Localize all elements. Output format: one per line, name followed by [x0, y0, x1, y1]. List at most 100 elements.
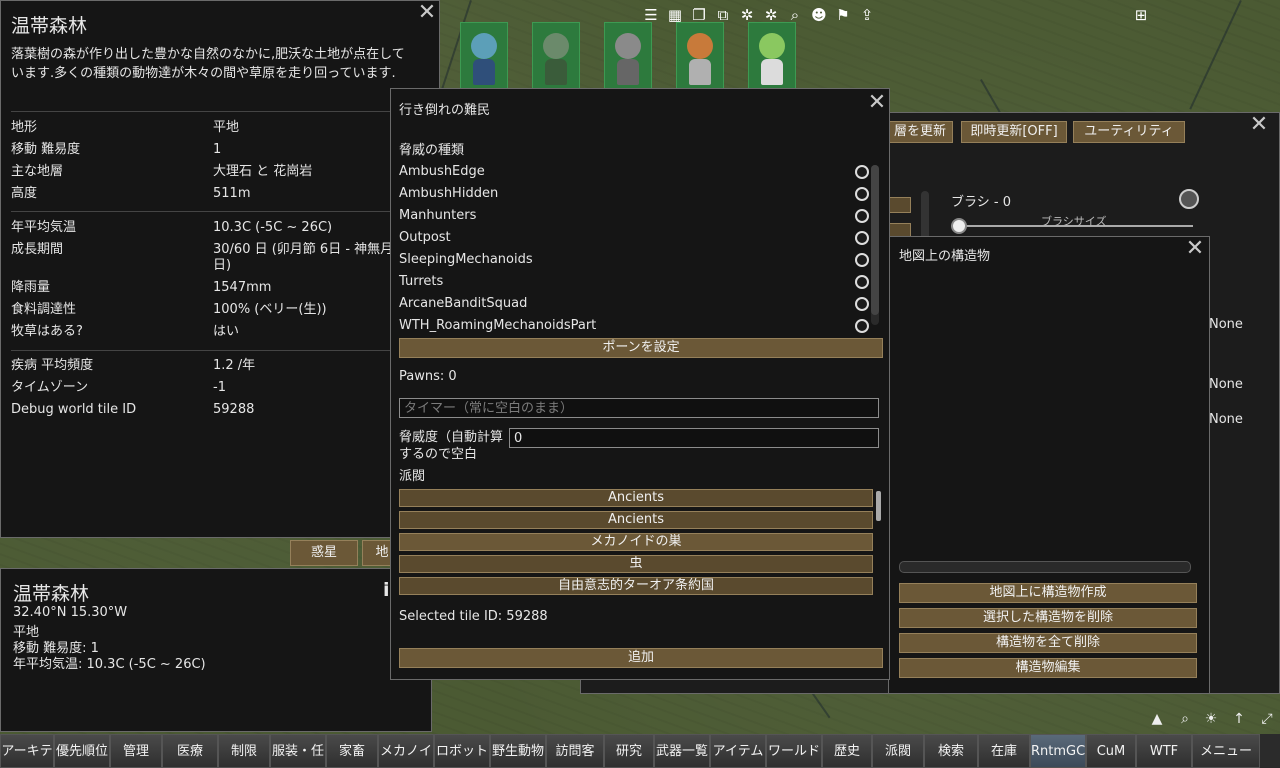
main-tab[interactable]: 研究	[604, 734, 654, 768]
tile-info-row: 移動 難易度 1	[11, 139, 431, 161]
planet-button[interactable]: 惑星	[290, 540, 358, 566]
faction-list-scrollbar[interactable]	[876, 491, 881, 521]
slider-handle[interactable]	[951, 218, 967, 234]
faction-option[interactable]: 自由意志的ターオア条約国	[399, 577, 873, 595]
close-icon[interactable]: ✕	[1185, 238, 1205, 260]
threat-type-option[interactable]: Manhunters	[399, 205, 869, 227]
mask-icon[interactable]: ☻	[810, 6, 828, 24]
main-tab[interactable]: アーキテ	[0, 734, 54, 768]
row-value: 59288	[213, 402, 255, 417]
faction-option[interactable]: 虫	[399, 555, 873, 573]
compass-icon[interactable]: ↑	[1230, 710, 1248, 728]
radio-button[interactable]	[855, 187, 869, 201]
main-tab[interactable]: ロボット	[434, 734, 490, 768]
delete-all-structures-button[interactable]: 構造物を全て削除	[899, 633, 1197, 653]
colonist-portrait[interactable]	[676, 22, 724, 90]
main-tab[interactable]: 訪問客	[546, 734, 604, 768]
main-tab[interactable]: 在庫	[978, 734, 1030, 768]
structures-scrollbar[interactable]	[899, 561, 1191, 573]
row-key: 降雨量	[11, 280, 51, 295]
flag-icon[interactable]: ⚑	[834, 6, 852, 24]
close-icon[interactable]: ✕	[417, 2, 437, 24]
colonist-portrait[interactable]	[748, 22, 796, 90]
radio-button[interactable]	[855, 209, 869, 223]
main-tab[interactable]: RntmGC	[1030, 734, 1086, 768]
tile-info-row: 降雨量 1547mm	[11, 277, 431, 299]
main-tab[interactable]: メニュー	[1192, 734, 1260, 768]
main-tab[interactable]: 管理	[110, 734, 162, 768]
main-tab[interactable]: 検索	[924, 734, 978, 768]
threat-type-label: Turrets	[399, 274, 444, 289]
terrain-icon[interactable]: ▲	[1148, 710, 1166, 728]
brush-size-label: ブラシサイズ	[1041, 215, 1107, 228]
threat-type-option[interactable]: WTH_RoamingMechanoidsPart	[399, 315, 869, 337]
colonist-portrait[interactable]	[604, 22, 652, 90]
main-tab[interactable]: 優先順位	[54, 734, 110, 768]
lightbulb-icon[interactable]: ☀	[1202, 710, 1220, 728]
grid-icon[interactable]: ⊞	[1132, 6, 1150, 24]
structures-panel: 地図上の構造物 ✕ 地図上に構造物作成 選択した構造物を削除 構造物を全て削除 …	[888, 236, 1210, 694]
editor-side-button[interactable]	[889, 197, 911, 213]
threat-type-option[interactable]: Outpost	[399, 227, 869, 249]
create-structure-button[interactable]: 地図上に構造物作成	[899, 583, 1197, 603]
threat-type-option[interactable]: ArcaneBanditSquad	[399, 293, 869, 315]
main-tab[interactable]: 武器一覧	[654, 734, 710, 768]
editor-scrollbar[interactable]	[921, 191, 929, 241]
threat-type-option[interactable]: AmbushEdge	[399, 161, 869, 183]
row-key: 年平均気温	[11, 220, 77, 235]
threat-list-scrollbar[interactable]	[871, 165, 879, 325]
colonist-portrait[interactable]	[532, 22, 580, 90]
main-tab[interactable]: ワールド	[766, 734, 822, 768]
row-value: 1547mm	[213, 280, 272, 295]
tile-info-row: 年平均気温 10.3C (-5C ~ 26C)	[11, 217, 431, 239]
row-key: 疾病 平均頻度	[11, 358, 94, 373]
main-tab[interactable]: 制限	[218, 734, 270, 768]
utility-button[interactable]: ユーティリティ	[1073, 121, 1185, 143]
expand-icon[interactable]: ⤢	[1258, 710, 1276, 728]
update-layer-button[interactable]: 層を更新	[887, 121, 953, 143]
threat-type-label: WTH_RoamingMechanoidsPart	[399, 318, 597, 333]
radio-button[interactable]	[855, 297, 869, 311]
brush-indicator[interactable]	[1179, 189, 1199, 209]
main-tab[interactable]: WTF	[1136, 734, 1192, 768]
tile-info-row: タイムゾーン -1	[11, 377, 431, 399]
radio-button[interactable]	[855, 319, 869, 333]
add-button[interactable]: 追加	[399, 648, 883, 668]
threat-type-option[interactable]: AmbushHidden	[399, 183, 869, 205]
main-tab[interactable]: 家畜	[326, 734, 378, 768]
threat-type-option[interactable]: Turrets	[399, 271, 869, 293]
radio-button[interactable]	[855, 253, 869, 267]
faction-option[interactable]: メカノイドの巣	[399, 533, 873, 551]
radio-button[interactable]	[855, 231, 869, 245]
instant-update-button[interactable]: 即時更新[OFF]	[961, 121, 1067, 143]
faction-option[interactable]: Ancients	[399, 489, 873, 507]
search-icon[interactable]: ⌕	[1176, 710, 1194, 728]
main-tab[interactable]: 歴史	[822, 734, 872, 768]
tile-title: 温帯森林	[11, 15, 88, 37]
colonist-portrait[interactable]	[460, 22, 508, 90]
dialog-title: 行き倒れの難民	[399, 103, 491, 118]
radio-button[interactable]	[855, 275, 869, 289]
main-tab[interactable]: 服装・任	[270, 734, 326, 768]
close-icon[interactable]: ✕	[1249, 114, 1269, 136]
main-tab[interactable]: 医療	[162, 734, 218, 768]
set-pawn-button[interactable]: ポーンを設定	[399, 338, 883, 358]
row-value: 30/60 日 (卯月節 6日 - 神無月 6日)	[213, 242, 406, 273]
faction-option[interactable]: Ancients	[399, 511, 873, 529]
main-tab[interactable]: 派閥	[872, 734, 924, 768]
main-tab[interactable]: アイテム	[710, 734, 766, 768]
threat-dialog: 行き倒れの難民 ✕ 脅威の種類 AmbushEdge AmbushHidden Ma…	[390, 88, 890, 680]
radio-button[interactable]	[855, 165, 869, 179]
upload-icon[interactable]: ⇪	[858, 6, 876, 24]
main-tab[interactable]: 野生動物	[490, 734, 546, 768]
info-icon[interactable]: i	[383, 579, 390, 601]
threat-level-input[interactable]	[509, 428, 879, 448]
edit-structure-button[interactable]: 構造物編集	[899, 658, 1197, 678]
threat-type-option[interactable]: SleepingMechanoids	[399, 249, 869, 271]
delete-selected-structure-button[interactable]: 選択した構造物を削除	[899, 608, 1197, 628]
close-icon[interactable]: ✕	[867, 92, 887, 114]
tile-info-row: 成長期間 30/60 日 (卯月節 6日 - 神無月 6日)	[11, 239, 431, 275]
main-tab[interactable]: メカノイ	[378, 734, 434, 768]
main-tab[interactable]: CuM	[1086, 734, 1136, 768]
timer-input[interactable]	[399, 398, 879, 418]
